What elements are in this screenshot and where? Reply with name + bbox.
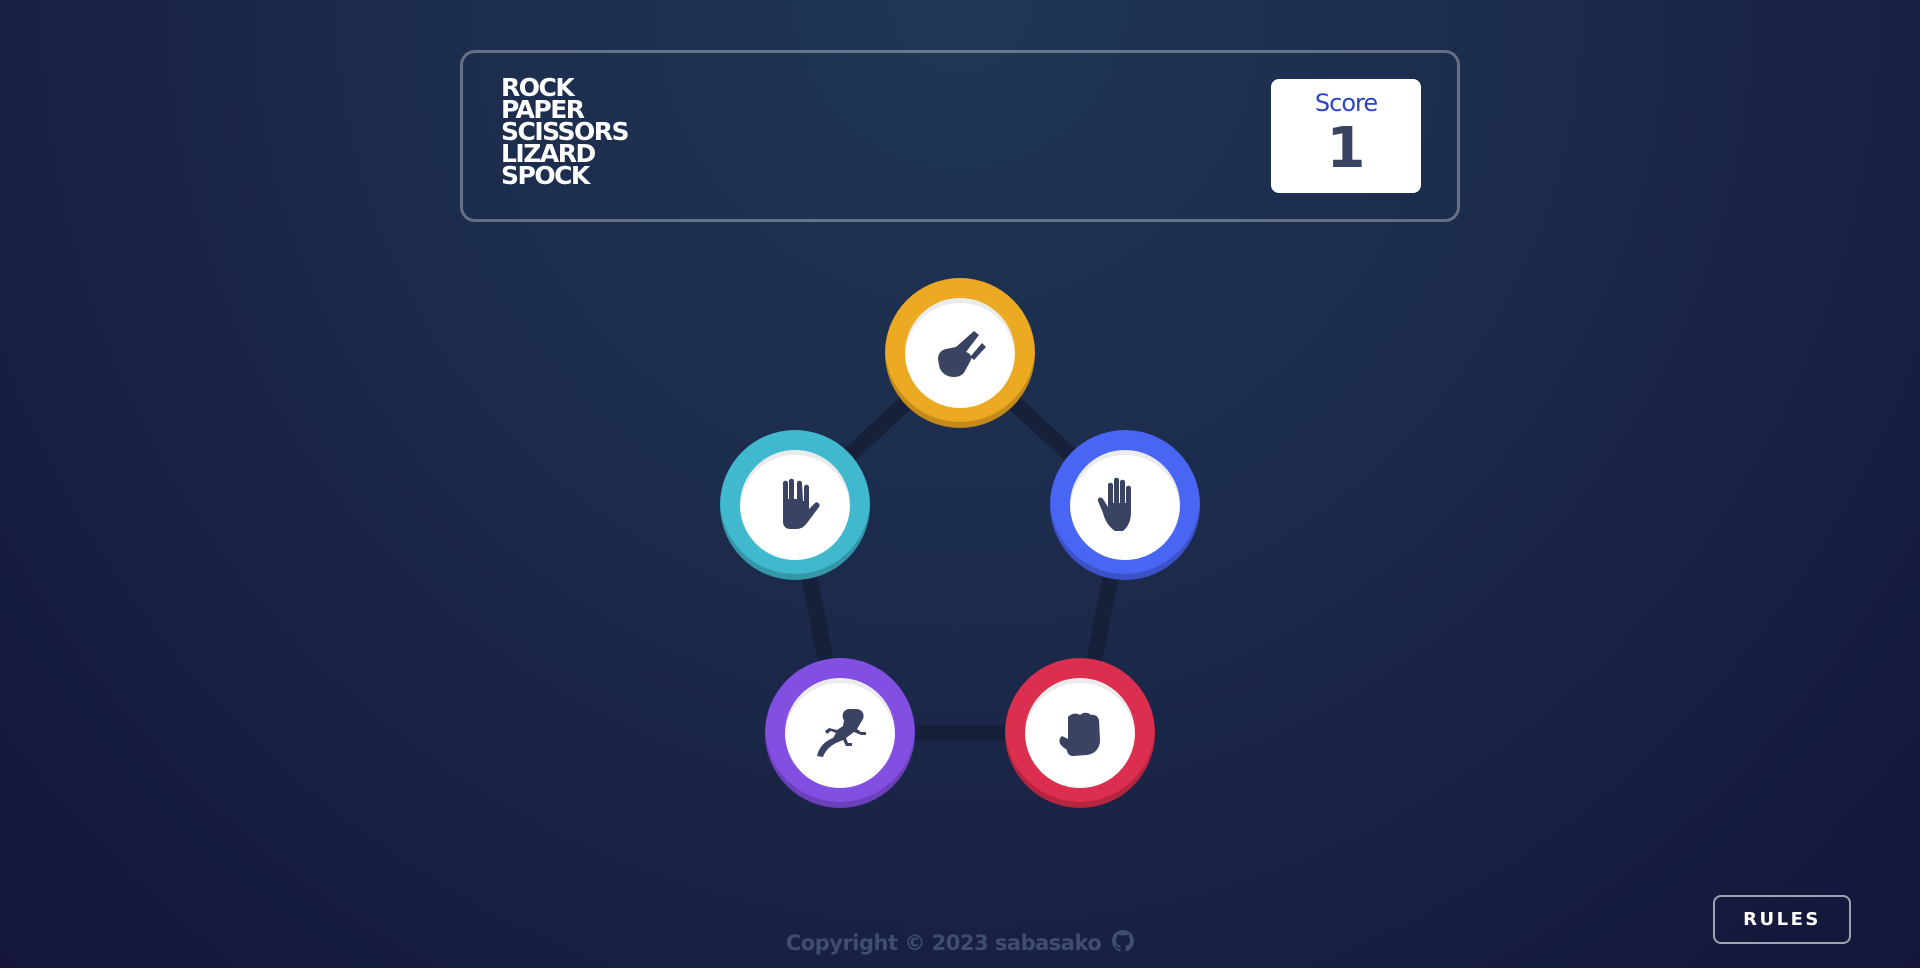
score-value: 1 — [1326, 116, 1366, 181]
score-label: Score — [1314, 89, 1378, 117]
lizard-icon — [817, 709, 866, 757]
copyright-text: Copyright © 2023 sabasako — [785, 931, 1102, 955]
github-icon[interactable] — [1112, 930, 1135, 952]
game-header: ROCK PAPER SCISSORS LIZARD SPOCK Score 1 — [460, 50, 1460, 222]
lizard-token-face — [785, 678, 895, 788]
scissors-token-face — [905, 298, 1015, 408]
scissors-button[interactable] — [885, 278, 1035, 428]
score-box: Score 1 — [1271, 79, 1421, 193]
open-hand-icon — [1097, 477, 1131, 531]
spock-token-face — [740, 450, 850, 560]
scissors-hand-icon — [938, 331, 986, 377]
paper-button[interactable] — [1050, 430, 1200, 580]
vulcan-salute-icon — [783, 478, 820, 529]
game-board — [700, 260, 1220, 820]
rock-button[interactable] — [1005, 658, 1155, 808]
rock-token-face — [1025, 678, 1135, 788]
paper-token-face — [1070, 450, 1180, 560]
title-word-spock: SPOCK — [501, 161, 590, 190]
game-title: ROCK PAPER SCISSORS LIZARD SPOCK — [501, 75, 630, 190]
fist-icon — [1059, 712, 1100, 756]
spock-button[interactable] — [720, 430, 870, 580]
lizard-button[interactable] — [765, 658, 915, 808]
footer: Copyright © 2023 sabasako — [0, 930, 1920, 955]
